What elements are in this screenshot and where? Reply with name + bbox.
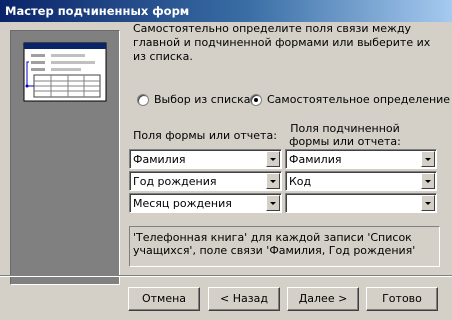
main-field-value-1: Фамилия xyxy=(133,153,186,166)
sub-field-combo-3[interactable] xyxy=(285,193,437,213)
finish-button[interactable]: Готово xyxy=(366,287,438,311)
radio-custom-button[interactable] xyxy=(250,93,262,106)
subform-wizard-dialog: Мастер подчиненных форм Самостоятельно о xyxy=(0,0,452,320)
chevron-down-icon[interactable] xyxy=(266,195,280,211)
sub-field-combo-2[interactable]: Код xyxy=(285,171,437,191)
radio-custom[interactable]: Самостоятельное определение xyxy=(250,93,450,106)
chevron-down-icon[interactable] xyxy=(421,173,435,189)
sub-field-value-1: Фамилия xyxy=(289,153,342,166)
main-field-value-2: Год рождения xyxy=(133,175,217,188)
wizard-preview-illustration xyxy=(10,30,120,285)
chevron-down-icon[interactable] xyxy=(421,195,435,211)
chevron-down-icon[interactable] xyxy=(266,173,280,189)
next-button[interactable]: Далее > xyxy=(287,287,359,311)
cancel-button[interactable]: Отмена xyxy=(128,287,200,311)
main-field-combo-1[interactable]: Фамилия xyxy=(129,149,282,169)
divider xyxy=(0,275,452,277)
radio-from-list-label: Выбор из списка xyxy=(154,93,251,106)
radio-from-list-button[interactable] xyxy=(137,93,149,106)
sub-field-value-2: Код xyxy=(289,175,312,188)
sub-fields-label: Поля подчиненной формы или отчета: xyxy=(289,122,401,148)
radio-custom-label: Самостоятельное определение xyxy=(267,93,451,106)
main-field-combo-2[interactable]: Год рождения xyxy=(129,171,282,191)
chevron-down-icon[interactable] xyxy=(266,151,280,167)
chevron-down-icon[interactable] xyxy=(421,151,435,167)
main-fields-label: Поля формы или отчета: xyxy=(133,129,277,142)
wizard-description: Самостоятельно определите поля связи меж… xyxy=(133,22,431,63)
title-bar: Мастер подчиненных форм xyxy=(0,0,452,22)
back-button[interactable]: < Назад xyxy=(208,287,280,311)
sub-field-combo-1[interactable]: Фамилия xyxy=(285,149,437,169)
radio-from-list[interactable]: Выбор из списка xyxy=(137,93,251,106)
link-summary-text: 'Телефонная книга' для каждой записи 'Сп… xyxy=(129,226,440,267)
main-field-combo-3[interactable]: Месяц рождения xyxy=(129,193,282,213)
main-field-value-3: Месяц рождения xyxy=(133,197,232,210)
